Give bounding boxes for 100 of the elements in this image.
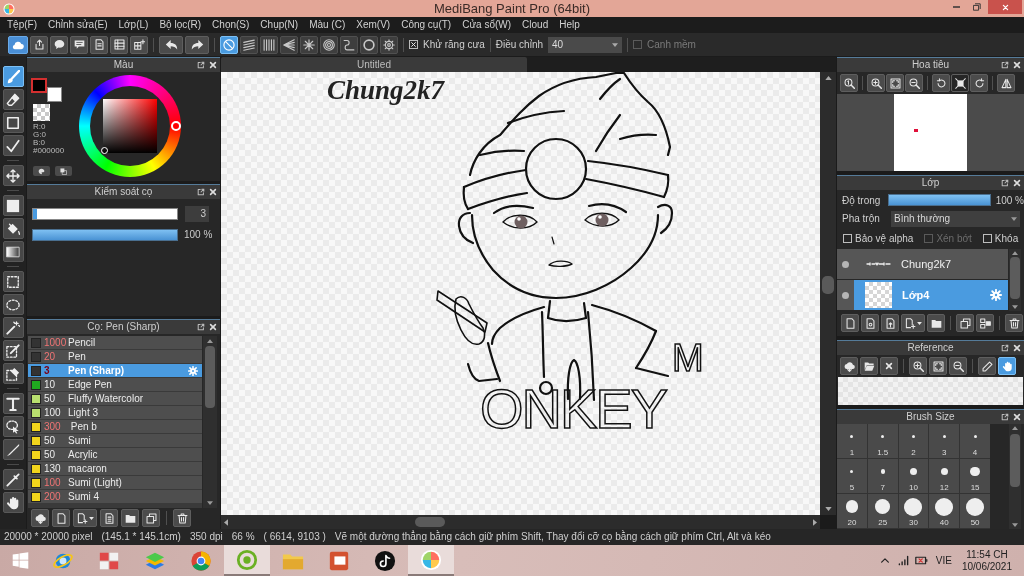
scrollbar-thumb[interactable] xyxy=(205,346,215,408)
vertical-scrollbar[interactable] xyxy=(1009,424,1021,529)
close-icon[interactable] xyxy=(209,61,217,69)
tool-button[interactable] xyxy=(2,195,24,216)
brush-list-item[interactable]: 100 Light 3 xyxy=(28,406,202,420)
menu-item[interactable]: Chụp(N) xyxy=(259,17,300,33)
caret-up-icon[interactable] xyxy=(1012,251,1018,255)
box-arrow-icon[interactable] xyxy=(1001,179,1009,187)
vertical-scrollbar[interactable] xyxy=(820,72,836,515)
hue-handle[interactable] xyxy=(171,121,181,131)
brush-size-slider[interactable] xyxy=(32,208,178,220)
snap-button[interactable] xyxy=(220,35,238,54)
layer-opacity-slider[interactable] xyxy=(888,194,991,206)
folder-button[interactable] xyxy=(121,509,139,527)
caret-up-icon[interactable] xyxy=(1012,426,1018,430)
close-button[interactable] xyxy=(988,0,1022,14)
snap-button[interactable] xyxy=(280,35,298,54)
brush-list-item[interactable]: 20 Pen xyxy=(28,350,202,364)
gear-icon[interactable] xyxy=(188,365,198,376)
new-brush-button[interactable] xyxy=(52,509,70,527)
panel-button[interactable] xyxy=(130,35,148,54)
menu-item[interactable]: Bộ lọc(R) xyxy=(158,17,203,33)
brush-size-cell[interactable]: 4 xyxy=(960,424,990,458)
duplicate-layer-button[interactable] xyxy=(956,314,974,332)
tool-button[interactable] xyxy=(2,165,24,186)
reference-tool-button[interactable] xyxy=(929,357,947,375)
copy-button[interactable] xyxy=(142,509,160,527)
caret-down-icon[interactable] xyxy=(207,501,213,505)
fit-button[interactable] xyxy=(886,74,904,92)
tool-button[interactable] xyxy=(2,393,24,414)
snap-button[interactable] xyxy=(260,35,278,54)
close-icon[interactable] xyxy=(209,323,217,331)
menu-item[interactable]: Cửa sổ(W) xyxy=(461,17,513,33)
caret-left-icon[interactable] xyxy=(224,518,228,526)
brush-list-item[interactable]: 3 Pen (Sharp) xyxy=(28,364,202,378)
brush-size-cell[interactable]: 7 xyxy=(867,459,898,493)
snap-button[interactable] xyxy=(240,35,258,54)
reference-tool-button[interactable] xyxy=(978,357,996,375)
clock-date[interactable]: 10/06/2021 xyxy=(961,560,1012,573)
box-arrow-icon[interactable] xyxy=(1001,344,1009,352)
reference-tool-button[interactable] xyxy=(860,357,878,375)
horizontal-scrollbar[interactable] xyxy=(221,515,820,529)
checkbox[interactable] xyxy=(843,234,852,243)
clock-time[interactable]: 11:54 CH xyxy=(966,548,1008,561)
tool-button[interactable] xyxy=(2,135,24,156)
new-layer-button[interactable] xyxy=(841,314,859,332)
delete-layer-button[interactable] xyxy=(1005,314,1023,332)
menu-item[interactable]: Help xyxy=(558,17,581,33)
menu-item[interactable]: Công cụ(T) xyxy=(400,17,453,33)
delete-button[interactable] xyxy=(173,509,191,527)
brush-list-item[interactable]: 1000 Pencil xyxy=(28,336,202,350)
menu-item[interactable]: Cloud xyxy=(521,17,550,33)
color-square[interactable] xyxy=(103,99,157,153)
transparent-swatch[interactable] xyxy=(33,104,50,121)
cloud-button[interactable] xyxy=(8,35,28,54)
undo-button[interactable] xyxy=(159,35,183,54)
reference-tool-button[interactable] xyxy=(998,357,1016,375)
checkbox[interactable] xyxy=(982,234,992,243)
tool-button[interactable] xyxy=(2,218,24,239)
snap-button[interactable] xyxy=(340,35,358,54)
tool-button[interactable] xyxy=(2,469,24,490)
brush-size-cell[interactable]: 2 xyxy=(898,424,929,458)
opacity-slider[interactable] xyxy=(32,228,178,241)
brush-list-item[interactable]: 50 Acrylic xyxy=(28,448,202,462)
new-halftone-layer-button[interactable] xyxy=(861,314,879,332)
cloud-download-button[interactable] xyxy=(31,509,49,527)
reference-tool-button[interactable] xyxy=(909,357,927,375)
close-icon[interactable] xyxy=(1013,344,1021,352)
brush-size-cell[interactable]: 1.5 xyxy=(867,424,898,458)
language-indicator[interactable]: VIE xyxy=(935,553,952,568)
close-icon[interactable] xyxy=(1013,179,1021,187)
tool-button[interactable] xyxy=(2,112,24,133)
foreground-swatch[interactable] xyxy=(31,78,47,93)
brush-list-item[interactable]: 130 macaron xyxy=(28,462,202,476)
background-swatch[interactable] xyxy=(47,87,62,102)
brush-list-item[interactable]: 50 Fluffy Watercolor xyxy=(28,392,202,406)
caret-up-icon[interactable] xyxy=(824,76,832,80)
color-mode-button[interactable] xyxy=(55,166,72,176)
reference-tool-button[interactable] xyxy=(840,357,858,375)
brush-size-cell[interactable]: 10 xyxy=(898,459,929,493)
list-button[interactable] xyxy=(110,35,128,54)
drawing-canvas[interactable]: Chung2k7 M ONKEY xyxy=(221,72,820,515)
vertical-scrollbar[interactable] xyxy=(203,336,217,508)
menu-item[interactable]: Chọn(S) xyxy=(211,17,251,33)
gear-icon[interactable] xyxy=(990,289,1002,301)
message-button[interactable] xyxy=(70,35,88,54)
tool-button[interactable] xyxy=(2,89,24,110)
tool-button[interactable] xyxy=(2,439,24,460)
rotate-right-button[interactable] xyxy=(970,74,988,92)
brush-size-cell[interactable]: 12 xyxy=(929,459,960,493)
scrollbar-thumb[interactable] xyxy=(415,517,445,527)
tool-button[interactable] xyxy=(2,271,24,292)
brush-list-item[interactable]: 10 Edge Pen xyxy=(28,378,202,392)
snap-button[interactable] xyxy=(380,35,398,54)
box-arrow-icon[interactable] xyxy=(197,61,205,69)
vertical-scrollbar[interactable] xyxy=(1009,249,1021,311)
tool-button[interactable] xyxy=(2,492,24,513)
merge-layer-button[interactable] xyxy=(976,314,994,332)
brush-list-item[interactable]: 100 Sumi (Light) xyxy=(28,476,202,490)
brush-list-item[interactable]: 200 Sumi 4 xyxy=(28,490,202,504)
